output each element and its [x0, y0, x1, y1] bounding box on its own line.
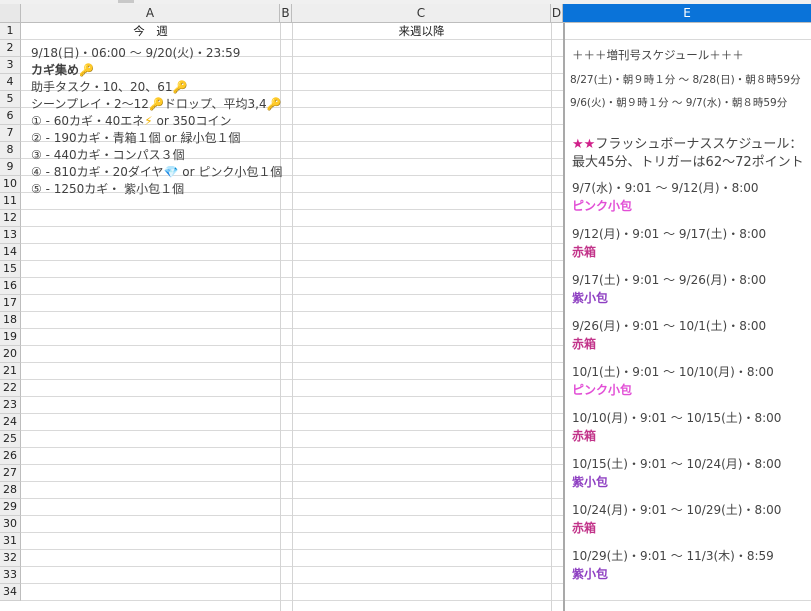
- row-header-34[interactable]: 34: [0, 584, 21, 601]
- column-header-a[interactable]: A: [21, 4, 280, 23]
- flash-bonus-period[interactable]: 10/1(土)・9:01 〜 10/10(月)・8:00: [572, 363, 774, 380]
- flash-bonus-period[interactable]: 9/17(土)・9:01 〜 9/26(月)・8:00: [572, 271, 766, 288]
- flash-bonus-reward[interactable]: ピンク小包: [572, 381, 632, 398]
- flash-bonus-title[interactable]: ★★フラッシュボーナススケジュール：: [572, 133, 802, 152]
- flash-bonus-period[interactable]: 10/29(土)・9:01 〜 11/3(木)・8:59: [572, 547, 774, 564]
- select-all-corner[interactable]: [0, 4, 21, 23]
- flash-bonus-period[interactable]: 9/7(水)・9:01 〜 9/12(月)・8:00: [572, 179, 759, 196]
- row-header-12[interactable]: 12: [0, 210, 21, 227]
- row-header-22[interactable]: 22: [0, 380, 21, 397]
- flash-bonus-reward[interactable]: ピンク小包: [572, 197, 632, 214]
- row-header-31[interactable]: 31: [0, 533, 21, 550]
- column-header-b[interactable]: B: [280, 4, 292, 23]
- row-header-21[interactable]: 21: [0, 363, 21, 380]
- row-header-30[interactable]: 30: [0, 516, 21, 533]
- flash-bonus-reward[interactable]: 紫小包: [572, 473, 608, 490]
- flash-bonus-subtitle[interactable]: 最大45分、トリガーは62〜72ポイント: [572, 151, 804, 170]
- row-header-1[interactable]: 1: [0, 23, 21, 40]
- row-header-20[interactable]: 20: [0, 346, 21, 363]
- row-header-27[interactable]: 27: [0, 465, 21, 482]
- gridline-c-d: [551, 23, 552, 611]
- reward-4-text: ④ - 810カギ・20ダイヤ: [31, 165, 164, 179]
- flash-bonus-reward[interactable]: 赤箱: [572, 519, 596, 536]
- cell-a4-helper-task[interactable]: 助手タスク・10、20、61🔑: [31, 79, 188, 96]
- reward-4-alt-text: or ピンク小包１個: [178, 165, 283, 179]
- cell-a2-period[interactable]: 9/18(日)・06:00 〜 9/20(火)・23:59: [31, 45, 240, 62]
- cell-c1-next-week-onward[interactable]: 来週以降: [292, 23, 551, 40]
- row-gridline: [21, 600, 811, 601]
- flash-bonus-period[interactable]: 9/26(月)・9:01 〜 10/1(土)・8:00: [572, 317, 766, 334]
- flash-bonus-period[interactable]: 10/10(月)・9:01 〜 10/15(土)・8:00: [572, 409, 781, 426]
- flash-bonus-reward[interactable]: 赤箱: [572, 335, 596, 352]
- flash-bonus-period[interactable]: 9/12(月)・9:01 〜 9/17(土)・8:00: [572, 225, 766, 242]
- helper-task-text: 助手タスク・10、20、61: [31, 80, 173, 94]
- cell-a10-reward-5[interactable]: ⑤ - 1250カギ・ 紫小包１個: [31, 181, 184, 198]
- row-header-29[interactable]: 29: [0, 499, 21, 516]
- flash-bonus-title-text: フラッシュボーナススケジュール：: [595, 137, 803, 152]
- star-icon: ★★: [572, 137, 596, 152]
- column-header-d[interactable]: D: [551, 4, 563, 23]
- row-header-26[interactable]: 26: [0, 448, 21, 465]
- row-header-24[interactable]: 24: [0, 414, 21, 431]
- row-header-14[interactable]: 14: [0, 244, 21, 261]
- row-header-32[interactable]: 32: [0, 550, 21, 567]
- row-header-13[interactable]: 13: [0, 227, 21, 244]
- key-collect-label: カギ集め: [31, 63, 80, 77]
- row-header-6[interactable]: 6: [0, 108, 21, 125]
- flash-bonus-reward[interactable]: 赤箱: [572, 427, 596, 444]
- flash-bonus-period[interactable]: 10/15(土)・9:01 〜 10/24(月)・8:00: [572, 455, 781, 472]
- row-header-25[interactable]: 25: [0, 431, 21, 448]
- flash-bonus-reward[interactable]: 紫小包: [572, 289, 608, 306]
- spreadsheet: A B C D E 1 2 3 4 5 6 7 8 9 10 11 12 13 14 15 16 17 18 19 2…: [0, 0, 811, 611]
- cell-a7-reward-2[interactable]: ② - 190カギ・青箱１個 or 緑小包１個: [31, 130, 241, 147]
- column-header-c[interactable]: C: [292, 4, 551, 23]
- issue-schedule-title[interactable]: ＋＋＋増刊号スケジュール＋＋＋: [572, 47, 744, 63]
- cell-a9-reward-4[interactable]: ④ - 810カギ・20ダイヤ💎 or ピンク小包１個: [31, 164, 282, 181]
- cell-a1-this-week[interactable]: 今 週: [21, 23, 280, 40]
- cell-a5-scene-play[interactable]: シーンプレイ・2〜12🔑ドロップ、平均3,4🔑: [31, 96, 282, 113]
- row-header-16[interactable]: 16: [0, 278, 21, 295]
- sheet-tab-edge[interactable]: [118, 0, 134, 3]
- flash-bonus-reward[interactable]: 紫小包: [572, 565, 608, 582]
- scene-play-drop-text: ドロップ、平均3,4: [163, 97, 267, 111]
- cell-a6-reward-1[interactable]: ① - 60カギ・40エネ⚡ or 350コイン: [31, 113, 232, 130]
- gridline-b-c: [292, 23, 293, 611]
- flash-bonus-reward[interactable]: 赤箱: [572, 243, 596, 260]
- row-header-9[interactable]: 9: [0, 159, 21, 176]
- row-header-4[interactable]: 4: [0, 74, 21, 91]
- cell-a3-key-collect[interactable]: カギ集め🔑: [31, 62, 94, 79]
- key-icon: 🔑: [79, 63, 94, 77]
- row-header-3[interactable]: 3: [0, 57, 21, 74]
- key-icon: 🔑: [172, 80, 188, 94]
- column-header-e-selected[interactable]: E: [563, 4, 811, 23]
- row-header-33[interactable]: 33: [0, 567, 21, 584]
- issue-schedule-item-1[interactable]: 8/27(土)・朝９時１分 〜 8/28(日)・朝８時59分: [570, 72, 801, 87]
- cell-a8-reward-3[interactable]: ③ - 440カギ・コンパス３個: [31, 147, 185, 164]
- row-header-8[interactable]: 8: [0, 142, 21, 159]
- lightning-icon: ⚡: [144, 114, 153, 128]
- row-header-10[interactable]: 10: [0, 176, 21, 193]
- diamond-icon: 💎: [163, 165, 179, 179]
- reward-1-text: ① - 60カギ・40エネ: [31, 114, 145, 128]
- flash-bonus-period[interactable]: 10/24(月)・9:01 〜 10/29(土)・8:00: [572, 501, 781, 518]
- issue-schedule-item-2[interactable]: 9/6(火)・朝９時１分 〜 9/7(水)・朝８時59分: [570, 95, 787, 110]
- row-header-2[interactable]: 2: [0, 40, 21, 57]
- scene-play-text: シーンプレイ・2〜12: [31, 97, 149, 111]
- row-header-19[interactable]: 19: [0, 329, 21, 346]
- row-header-28[interactable]: 28: [0, 482, 21, 499]
- row-header-17[interactable]: 17: [0, 295, 21, 312]
- row-header-7[interactable]: 7: [0, 125, 21, 142]
- reward-1-alt-text: or 350コイン: [152, 114, 232, 128]
- row-header-23[interactable]: 23: [0, 397, 21, 414]
- row-header-18[interactable]: 18: [0, 312, 21, 329]
- key-icon: 🔑: [148, 97, 164, 111]
- key-icon: 🔑: [266, 97, 282, 111]
- row-header-15[interactable]: 15: [0, 261, 21, 278]
- row-header-5[interactable]: 5: [0, 91, 21, 108]
- row-header-11[interactable]: 11: [0, 193, 21, 210]
